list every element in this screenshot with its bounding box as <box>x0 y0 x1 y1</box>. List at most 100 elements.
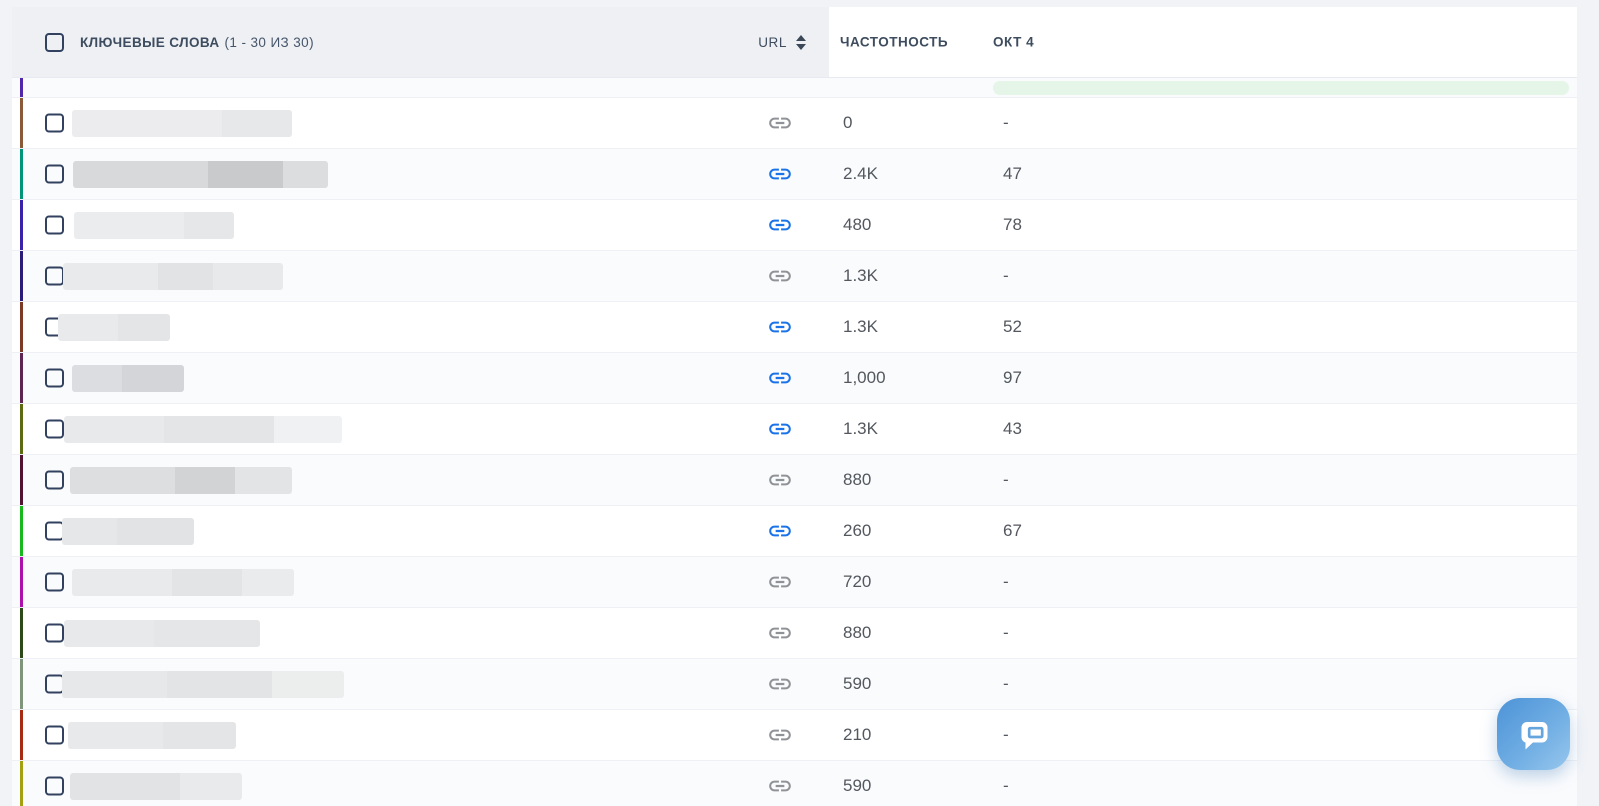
oct4-value: - <box>1003 674 1009 694</box>
oct4-value: - <box>1003 113 1009 133</box>
row-color-stripe <box>20 455 23 505</box>
keyword-redacted-text <box>72 110 292 137</box>
row-checkbox[interactable] <box>45 216 64 235</box>
keyword-redacted-text <box>74 212 234 239</box>
row-checkbox[interactable] <box>45 369 64 388</box>
url-link-icon[interactable] <box>767 518 793 544</box>
position-heat-bar <box>993 81 1569 95</box>
row-checkbox[interactable] <box>45 420 64 439</box>
frequency-value: 1,000 <box>843 368 886 388</box>
row-color-stripe <box>20 506 23 556</box>
oct4-value: 43 <box>1003 419 1022 439</box>
table-header: КЛЮЧЕВЫЕ СЛОВА(1 - 30 ИЗ 30) URL ЧАСТОТН… <box>12 7 1577 78</box>
table-row[interactable]: 2.4K 47 <box>12 148 1577 199</box>
frequency-value: 590 <box>843 776 871 796</box>
oct4-value: - <box>1003 470 1009 490</box>
date-column-header[interactable]: ОКТ 4 <box>993 35 1034 50</box>
url-link-icon[interactable] <box>767 671 793 697</box>
table-row[interactable]: 1.3K 43 <box>12 403 1577 454</box>
keyword-redacted-text <box>73 161 328 188</box>
url-link-icon[interactable] <box>767 467 793 493</box>
row-checkbox[interactable] <box>45 726 64 745</box>
frequency-value: 0 <box>843 113 852 133</box>
frequency-value: 1.3K <box>843 317 878 337</box>
row-checkbox[interactable] <box>45 267 64 286</box>
url-link-icon[interactable] <box>767 569 793 595</box>
support-chat-button[interactable] <box>1497 698 1570 770</box>
table-row[interactable]: 880 - <box>12 607 1577 658</box>
url-link-icon[interactable] <box>767 416 793 442</box>
url-link-icon[interactable] <box>767 620 793 646</box>
header-right-cell: ЧАСТОТНОСТЬ ОКТ 4 <box>829 7 1577 77</box>
table-row[interactable]: 210 - <box>12 709 1577 760</box>
url-link-icon[interactable] <box>767 365 793 391</box>
table-row[interactable]: 1.3K - <box>12 250 1577 301</box>
frequency-value: 880 <box>843 623 871 643</box>
frequency-value: 880 <box>843 470 871 490</box>
frequency-column-header[interactable]: ЧАСТОТНОСТЬ <box>840 35 948 50</box>
oct4-value: 67 <box>1003 521 1022 541</box>
row-color-stripe <box>20 404 23 454</box>
frequency-value: 720 <box>843 572 871 592</box>
row-color-stripe <box>20 78 23 97</box>
row-checkbox[interactable] <box>45 114 64 133</box>
row-color-stripe <box>20 149 23 199</box>
row-color-stripe <box>20 608 23 658</box>
page-left-margin <box>0 0 12 806</box>
keyword-redacted-text <box>63 263 283 290</box>
row-checkbox[interactable] <box>45 165 64 184</box>
table-row[interactable]: 260 67 <box>12 505 1577 556</box>
table-row[interactable]: 590 - <box>12 658 1577 709</box>
table-row[interactable]: 1,000 97 <box>12 352 1577 403</box>
table-row[interactable]: 0 - <box>12 97 1577 148</box>
chat-bubble-icon <box>1513 713 1555 755</box>
row-color-stripe <box>20 302 23 352</box>
frequency-value: 1.3K <box>843 419 878 439</box>
row-color-stripe <box>20 200 23 250</box>
keyword-redacted-text <box>58 314 170 341</box>
keywords-column-header: КЛЮЧЕВЫЕ СЛОВА(1 - 30 ИЗ 30) <box>80 35 314 50</box>
row-checkbox[interactable] <box>45 624 64 643</box>
row-checkbox[interactable] <box>45 471 64 490</box>
keywords-page: КЛЮЧЕВЫЕ СЛОВА(1 - 30 ИЗ 30) URL ЧАСТОТН… <box>0 0 1599 806</box>
oct4-value: 97 <box>1003 368 1022 388</box>
oct4-value: - <box>1003 776 1009 796</box>
partial-row-top <box>12 78 1577 97</box>
row-checkbox[interactable] <box>45 777 64 796</box>
row-color-stripe <box>20 98 23 148</box>
url-link-icon[interactable] <box>767 722 793 748</box>
url-link-icon[interactable] <box>767 110 793 136</box>
table-body: 0 - 2.4K 47 480 78 1.3K <box>12 97 1577 806</box>
url-link-icon[interactable] <box>767 263 793 289</box>
table-row[interactable]: 480 78 <box>12 199 1577 250</box>
frequency-value: 210 <box>843 725 871 745</box>
url-column-header[interactable]: URL <box>758 35 806 50</box>
table-row[interactable]: 590 - <box>12 760 1577 806</box>
header-left-cell: КЛЮЧЕВЫЕ СЛОВА(1 - 30 ИЗ 30) URL <box>12 7 829 77</box>
oct4-value: - <box>1003 572 1009 592</box>
oct4-value: - <box>1003 725 1009 745</box>
select-all-checkbox[interactable] <box>45 33 64 52</box>
row-checkbox[interactable] <box>45 573 64 592</box>
url-link-icon[interactable] <box>767 773 793 799</box>
table-row[interactable]: 1.3K 52 <box>12 301 1577 352</box>
url-link-icon[interactable] <box>767 212 793 238</box>
frequency-value: 2.4K <box>843 164 878 184</box>
frequency-value: 480 <box>843 215 871 235</box>
row-color-stripe <box>20 251 23 301</box>
sort-arrows-icon[interactable] <box>796 35 806 50</box>
keyword-redacted-text <box>70 773 242 800</box>
table-row[interactable]: 720 - <box>12 556 1577 607</box>
keywords-label: КЛЮЧЕВЫЕ СЛОВА <box>80 35 219 50</box>
url-link-icon[interactable] <box>767 314 793 340</box>
keyword-redacted-text <box>64 416 342 443</box>
frequency-value: 260 <box>843 521 871 541</box>
oct4-value: 78 <box>1003 215 1022 235</box>
oct4-value: 52 <box>1003 317 1022 337</box>
keyword-redacted-text <box>64 620 260 647</box>
url-link-icon[interactable] <box>767 161 793 187</box>
row-color-stripe <box>20 710 23 760</box>
oct4-value: 47 <box>1003 164 1022 184</box>
keyword-redacted-text <box>72 365 184 392</box>
table-row[interactable]: 880 - <box>12 454 1577 505</box>
